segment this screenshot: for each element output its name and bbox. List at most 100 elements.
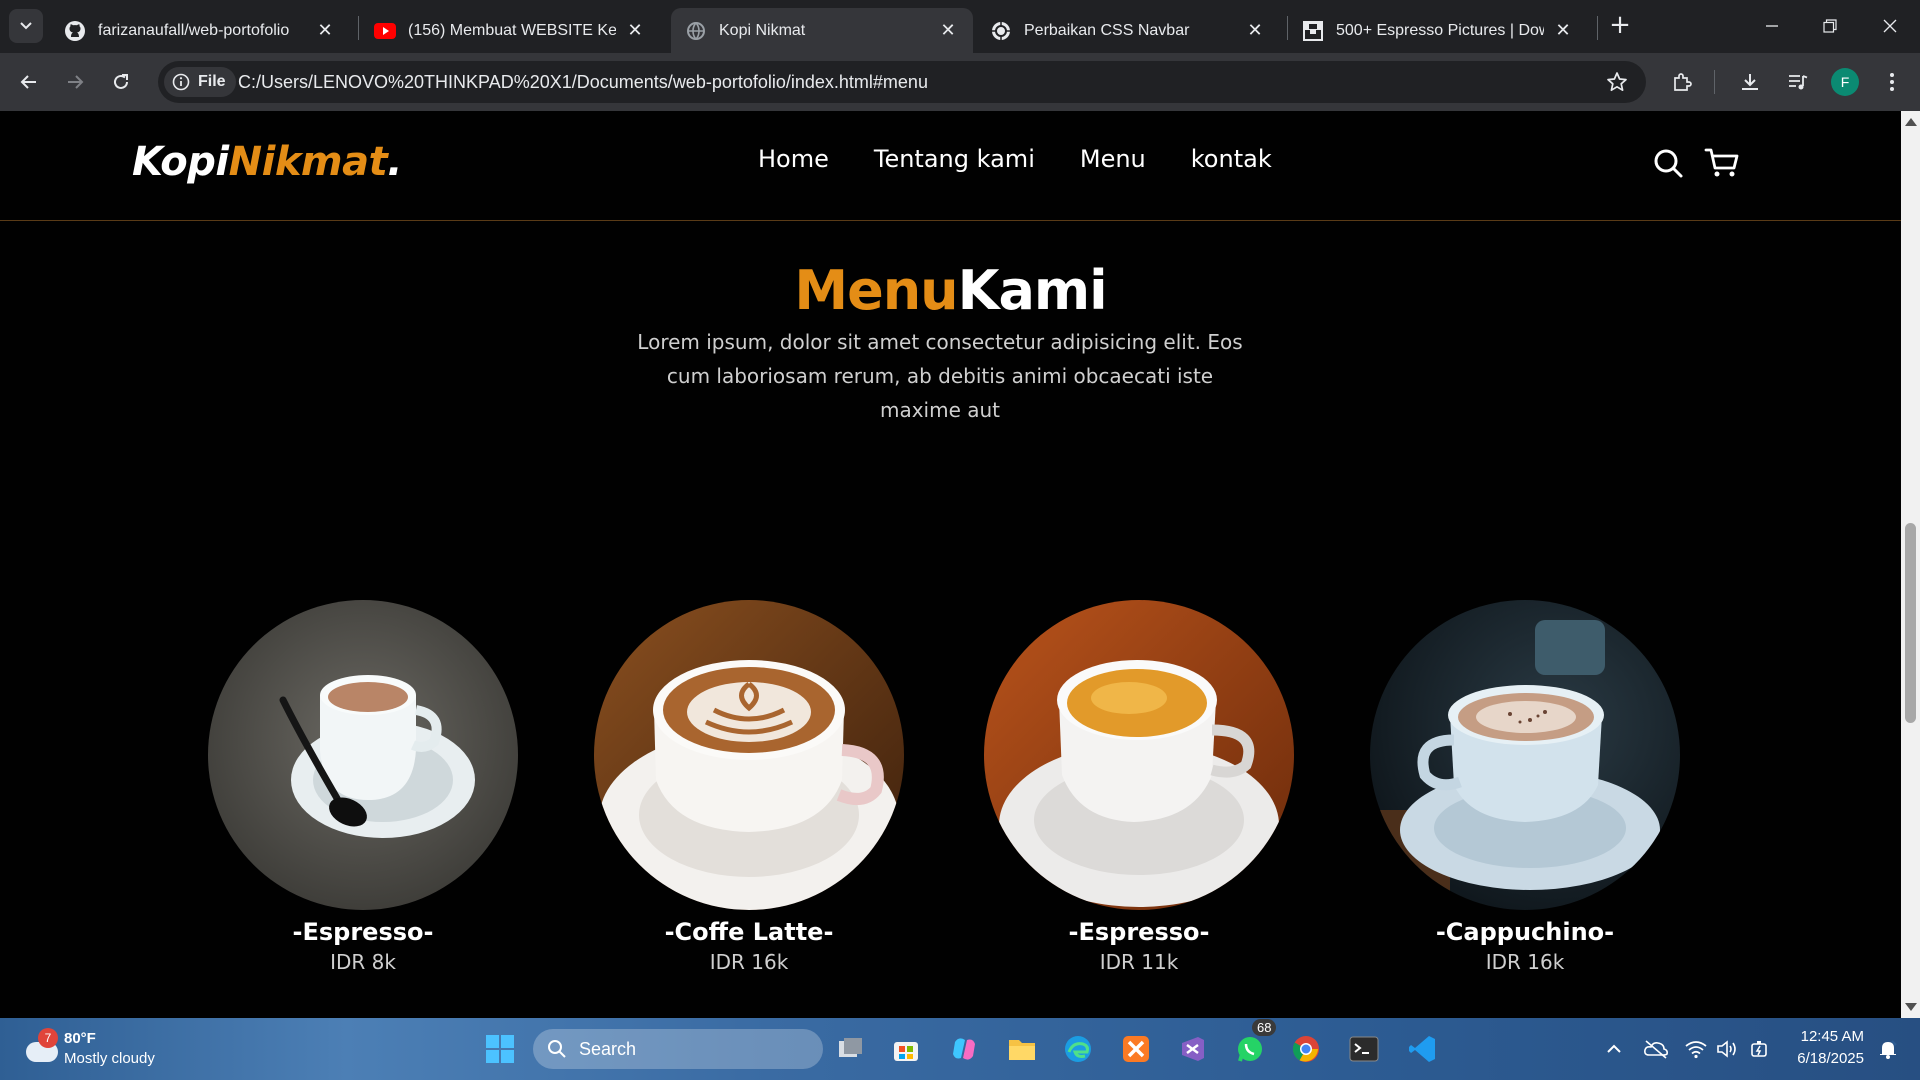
close-tab-icon[interactable]: ✕ bbox=[624, 20, 646, 42]
new-tab-button[interactable]: + bbox=[1606, 12, 1634, 40]
task-view-icon bbox=[839, 1038, 862, 1057]
more-vertical-icon bbox=[1890, 73, 1894, 91]
close-tab-icon[interactable]: ✕ bbox=[1244, 20, 1266, 42]
reload-button[interactable] bbox=[105, 66, 137, 98]
close-tab-icon[interactable]: ✕ bbox=[314, 20, 336, 42]
copilot-button[interactable] bbox=[946, 1031, 982, 1067]
minimize-button[interactable] bbox=[1752, 8, 1792, 44]
task-view-button[interactable] bbox=[832, 1031, 868, 1067]
puzzle-icon bbox=[1674, 73, 1692, 91]
forward-button[interactable] bbox=[59, 66, 91, 98]
tab-unsplash[interactable]: 500+ Espresso Pictures | Downl ✕ bbox=[1288, 8, 1588, 53]
menu-card: -Cappuchino- IDR 16k bbox=[1370, 600, 1680, 974]
volume-status[interactable] bbox=[1710, 1031, 1746, 1067]
tab-search-button[interactable] bbox=[9, 9, 43, 43]
tab-github[interactable]: farizanaufall/web-portofolio ✕ bbox=[50, 8, 350, 53]
xampp-button[interactable] bbox=[1118, 1031, 1154, 1067]
restore-button[interactable] bbox=[1810, 8, 1850, 44]
chrome-icon bbox=[1292, 1036, 1319, 1062]
arrow-left-icon bbox=[20, 75, 36, 89]
menu-title-main: Kami bbox=[957, 259, 1108, 322]
whatsapp-button[interactable]: 68 bbox=[1232, 1019, 1277, 1067]
copilot-icon bbox=[953, 1038, 975, 1060]
menu-item-name: -Cappuchino- bbox=[1435, 918, 1615, 946]
download-icon bbox=[1742, 74, 1758, 90]
menu-item-name: -Espresso- bbox=[292, 918, 434, 946]
tab-title: Kopi Nikmat bbox=[719, 21, 806, 39]
nav-link-menu[interactable]: Menu bbox=[1080, 145, 1146, 173]
downloads-button[interactable] bbox=[1734, 66, 1766, 98]
scroll-thumb[interactable] bbox=[1905, 523, 1916, 723]
site-nav-icons bbox=[1652, 147, 1740, 183]
weather-badge: 7 bbox=[38, 1028, 58, 1048]
profile-avatar[interactable]: F bbox=[1831, 68, 1859, 96]
edge-button[interactable] bbox=[1060, 1031, 1096, 1067]
show-hidden-icons-button[interactable] bbox=[1596, 1031, 1632, 1067]
file-explorer-button[interactable] bbox=[1004, 1031, 1040, 1067]
menu-title: MenuKami bbox=[0, 259, 1901, 322]
folder-icon bbox=[1009, 1040, 1035, 1060]
start-button[interactable] bbox=[482, 1031, 518, 1067]
menu-item-price: IDR 11k bbox=[1099, 950, 1179, 974]
search-icon[interactable] bbox=[1652, 147, 1684, 183]
scroll-up-arrow[interactable] bbox=[1905, 118, 1917, 126]
microsoft-store-button[interactable] bbox=[888, 1031, 924, 1067]
menu-item-image bbox=[208, 600, 518, 910]
media-controls-button[interactable] bbox=[1782, 66, 1814, 98]
menu-item-name: -Espresso- bbox=[1068, 918, 1210, 946]
clock-date[interactable]: 6/18/2025 bbox=[1772, 1050, 1864, 1067]
notifications-button[interactable] bbox=[1870, 1031, 1906, 1067]
tab-kopi-nikmat[interactable]: Kopi Nikmat ✕ bbox=[671, 8, 973, 53]
back-button[interactable] bbox=[13, 66, 45, 98]
tab-divider bbox=[358, 16, 359, 40]
nav-link-home[interactable]: Home bbox=[758, 145, 829, 173]
chrome-button[interactable] bbox=[1288, 1031, 1324, 1067]
clock-time[interactable]: 12:45 AM bbox=[1772, 1028, 1864, 1045]
terminal-icon bbox=[1349, 1036, 1379, 1062]
microsoft-store-icon bbox=[894, 1042, 918, 1061]
chevron-down-icon bbox=[20, 22, 32, 30]
toolbar-divider bbox=[1714, 70, 1715, 94]
edge-icon bbox=[1065, 1036, 1091, 1062]
site-info-chip[interactable]: File bbox=[164, 67, 236, 97]
notification-bell-icon bbox=[1880, 1040, 1897, 1059]
arrow-right-icon bbox=[68, 75, 84, 89]
close-window-button[interactable] bbox=[1870, 8, 1910, 44]
onedrive-status[interactable] bbox=[1638, 1031, 1674, 1067]
tab-youtube[interactable]: (156) Membuat WEBSITE Kedai ✕ bbox=[360, 8, 660, 53]
restore-icon bbox=[1823, 19, 1837, 33]
close-tab-icon[interactable]: ✕ bbox=[1552, 20, 1574, 42]
github-icon bbox=[64, 20, 86, 42]
tab-chatgpt[interactable]: Perbaikan CSS Navbar ✕ bbox=[976, 8, 1280, 53]
visual-studio-icon bbox=[1182, 1037, 1204, 1061]
url-text[interactable]: C:/Users/LENOVO%20THINKPAD%20X1/Document… bbox=[238, 72, 928, 93]
extensions-button[interactable] bbox=[1666, 66, 1698, 98]
shopping-cart-icon[interactable] bbox=[1704, 147, 1740, 183]
page-scrollbar[interactable] bbox=[1901, 111, 1920, 1018]
browser-menu-button[interactable] bbox=[1876, 66, 1908, 98]
globe-icon bbox=[685, 20, 707, 42]
site-nav-links: Home Tentang kami Menu kontak bbox=[758, 145, 1317, 173]
close-tab-icon[interactable]: ✕ bbox=[937, 20, 959, 42]
wifi-icon bbox=[1685, 1041, 1707, 1059]
nav-link-tentang-kami[interactable]: Tentang kami bbox=[874, 145, 1035, 173]
weather-condition: Mostly cloudy bbox=[64, 1050, 155, 1067]
menu-item-image bbox=[984, 600, 1294, 910]
menu-card: -Espresso- IDR 8k bbox=[208, 600, 518, 974]
address-bar[interactable]: File C:/Users/LENOVO%20THINKPAD%20X1/Doc… bbox=[158, 61, 1646, 103]
taskbar-search[interactable]: Search bbox=[533, 1029, 823, 1069]
scroll-down-arrow[interactable] bbox=[1905, 1003, 1917, 1011]
visual-studio-button[interactable] bbox=[1174, 1031, 1210, 1067]
wifi-status[interactable] bbox=[1678, 1031, 1714, 1067]
cloud-off-icon bbox=[1644, 1040, 1668, 1059]
reload-icon bbox=[114, 74, 128, 89]
site-chip-label: File bbox=[198, 73, 226, 90]
vscode-button[interactable] bbox=[1404, 1031, 1440, 1067]
bookmark-button[interactable] bbox=[1606, 71, 1628, 97]
battery-charging-icon bbox=[1751, 1041, 1767, 1057]
site-logo[interactable]: KopiNikmat. bbox=[132, 139, 402, 185]
terminal-button[interactable] bbox=[1346, 1031, 1382, 1067]
tab-divider bbox=[1597, 16, 1598, 40]
windows-taskbar: 7 80°F Mostly cloudy Search 68 12:45 AM … bbox=[0, 1018, 1920, 1080]
nav-link-kontak[interactable]: kontak bbox=[1191, 145, 1272, 173]
